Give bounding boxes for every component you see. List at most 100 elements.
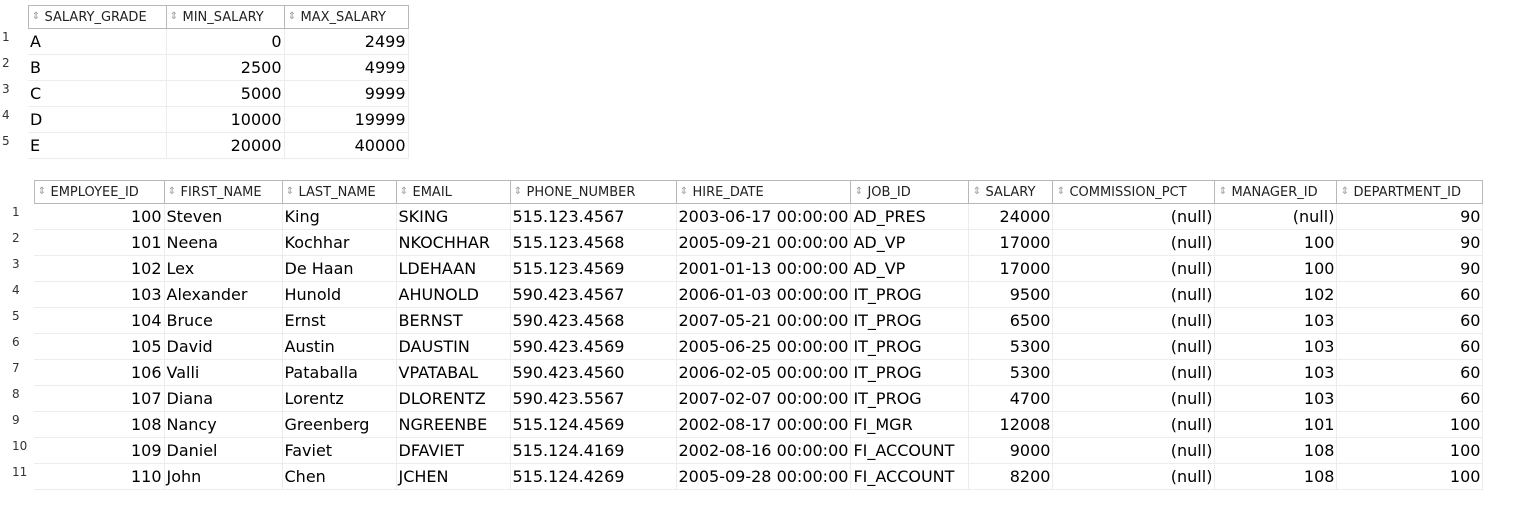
cell-phone-number[interactable]: 515.123.4567 [510, 203, 677, 230]
column-header-salary[interactable]: ⇕ SALARY [968, 180, 1054, 204]
cell-hire-date[interactable]: 2002-08-17 00:00:00 [676, 411, 852, 438]
cell-first-name[interactable]: Alexander [164, 281, 283, 308]
cell-email[interactable]: LDEHAAN [396, 255, 511, 282]
cell-max-salary[interactable]: 19999 [284, 106, 409, 133]
cell-job-id[interactable]: IT_PROG [850, 333, 970, 360]
table-row[interactable]: 3 102 Lex De Haan LDEHAAN 515.123.4569 2001-01… [10, 255, 1484, 282]
cell-commission-pct[interactable]: (null) [1052, 463, 1216, 490]
table-row[interactable]: 3 C 5000 9999 [0, 80, 409, 107]
cell-commission-pct[interactable]: (null) [1052, 437, 1216, 464]
row-number[interactable]: 10 [10, 438, 34, 464]
cell-hire-date[interactable]: 2007-05-21 00:00:00 [676, 307, 852, 334]
cell-manager-id[interactable]: 103 [1214, 359, 1338, 386]
cell-last-name[interactable]: Greenberg [282, 411, 397, 438]
cell-hire-date[interactable]: 2005-06-25 00:00:00 [676, 333, 852, 360]
table-row[interactable]: 7 106 Valli Pataballa VPATABAL 590.423.4560 20… [10, 359, 1484, 386]
cell-manager-id[interactable]: 108 [1214, 437, 1338, 464]
cell-first-name[interactable]: Neena [164, 229, 283, 256]
row-number[interactable]: 9 [10, 412, 34, 438]
cell-min-salary[interactable]: 10000 [166, 106, 285, 133]
row-number[interactable]: 8 [10, 386, 34, 412]
cell-last-name[interactable]: Pataballa [282, 359, 397, 386]
cell-manager-id[interactable]: 103 [1214, 307, 1338, 334]
cell-first-name[interactable]: John [164, 463, 283, 490]
cell-first-name[interactable]: Lex [164, 255, 283, 282]
cell-last-name[interactable]: Hunold [282, 281, 397, 308]
cell-job-id[interactable]: IT_PROG [850, 359, 970, 386]
cell-commission-pct[interactable]: (null) [1052, 203, 1216, 230]
cell-salary-grade[interactable]: E [28, 132, 167, 159]
cell-salary[interactable]: 12008 [968, 411, 1054, 438]
cell-first-name[interactable]: Steven [164, 203, 283, 230]
cell-manager-id[interactable]: (null) [1214, 203, 1338, 230]
cell-salary[interactable]: 9500 [968, 281, 1054, 308]
sort-arrows-icon[interactable]: ⇕ [971, 187, 982, 197]
column-header-email[interactable]: ⇕ EMAIL [395, 180, 511, 204]
cell-employee-id[interactable]: 110 [34, 463, 165, 490]
cell-phone-number[interactable]: 590.423.5567 [510, 385, 677, 412]
row-number[interactable]: 4 [10, 282, 34, 308]
cell-department-id[interactable]: 60 [1336, 281, 1484, 308]
cell-job-id[interactable]: IT_PROG [850, 385, 970, 412]
cell-last-name[interactable]: King [282, 203, 397, 230]
cell-job-id[interactable]: IT_PROG [850, 281, 970, 308]
cell-email[interactable]: VPATABAL [396, 359, 511, 386]
column-header-salary-grade[interactable]: ⇕ SALARY_GRADE [27, 5, 167, 29]
cell-email[interactable]: DLORENTZ [396, 385, 511, 412]
sort-arrows-icon[interactable]: ⇕ [399, 187, 410, 197]
cell-salary[interactable]: 24000 [968, 203, 1054, 230]
column-header-last-name[interactable]: ⇕ LAST_NAME [281, 180, 397, 204]
cell-commission-pct[interactable]: (null) [1052, 229, 1216, 256]
cell-first-name[interactable]: Bruce [164, 307, 283, 334]
cell-phone-number[interactable]: 590.423.4568 [510, 307, 677, 334]
cell-first-name[interactable]: Diana [164, 385, 283, 412]
cell-salary-grade[interactable]: C [28, 80, 167, 107]
row-number[interactable]: 4 [0, 107, 28, 133]
cell-employee-id[interactable]: 105 [34, 333, 165, 360]
table-row[interactable]: 2 101 Neena Kochhar NKOCHHAR 515.123.4568 2005… [10, 229, 1484, 256]
cell-employee-id[interactable]: 101 [34, 229, 165, 256]
cell-manager-id[interactable]: 102 [1214, 281, 1338, 308]
cell-employee-id[interactable]: 102 [34, 255, 165, 282]
cell-email[interactable]: SKING [396, 203, 511, 230]
cell-job-id[interactable]: AD_PRES [850, 203, 970, 230]
cell-job-id[interactable]: FI_ACCOUNT [850, 437, 970, 464]
cell-max-salary[interactable]: 2499 [284, 28, 409, 55]
cell-email[interactable]: NKOCHHAR [396, 229, 511, 256]
cell-last-name[interactable]: Faviet [282, 437, 397, 464]
table-row[interactable]: 1 A 0 2499 [0, 28, 409, 55]
cell-hire-date[interactable]: 2005-09-28 00:00:00 [676, 463, 852, 490]
cell-last-name[interactable]: Lorentz [282, 385, 397, 412]
cell-email[interactable]: DFAVIET [396, 437, 511, 464]
cell-salary[interactable]: 8200 [968, 463, 1054, 490]
row-number[interactable]: 5 [10, 308, 34, 334]
cell-manager-id[interactable]: 103 [1214, 333, 1338, 360]
sort-arrows-icon[interactable]: ⇕ [1339, 187, 1350, 197]
cell-commission-pct[interactable]: (null) [1052, 333, 1216, 360]
cell-department-id[interactable]: 60 [1336, 385, 1484, 412]
cell-hire-date[interactable]: 2003-06-17 00:00:00 [676, 203, 852, 230]
cell-first-name[interactable]: Daniel [164, 437, 283, 464]
cell-commission-pct[interactable]: (null) [1052, 359, 1216, 386]
cell-department-id[interactable]: 90 [1336, 203, 1484, 230]
row-number[interactable]: 7 [10, 360, 34, 386]
cell-commission-pct[interactable]: (null) [1052, 411, 1216, 438]
sort-arrows-icon[interactable]: ⇕ [1217, 187, 1228, 197]
column-header-manager-id[interactable]: ⇕ MANAGER_ID [1214, 180, 1338, 204]
cell-salary-grade[interactable]: A [28, 28, 167, 55]
cell-manager-id[interactable]: 108 [1214, 463, 1338, 490]
row-number[interactable]: 1 [0, 29, 28, 55]
cell-job-id[interactable]: AD_VP [850, 255, 970, 282]
cell-email[interactable]: AHUNOLD [396, 281, 511, 308]
cell-job-id[interactable]: FI_ACCOUNT [850, 463, 970, 490]
cell-hire-date[interactable]: 2006-02-05 00:00:00 [676, 359, 852, 386]
cell-email[interactable]: DAUSTIN [396, 333, 511, 360]
cell-min-salary[interactable]: 20000 [166, 132, 285, 159]
cell-last-name[interactable]: Austin [282, 333, 397, 360]
cell-department-id[interactable]: 100 [1336, 463, 1484, 490]
column-header-min-salary[interactable]: ⇕ MIN_SALARY [165, 5, 285, 29]
column-header-hire-date[interactable]: ⇕ HIRE_DATE [675, 180, 852, 204]
sort-arrows-icon[interactable]: ⇕ [169, 12, 180, 22]
cell-employee-id[interactable]: 104 [34, 307, 165, 334]
cell-phone-number[interactable]: 590.423.4567 [510, 281, 677, 308]
